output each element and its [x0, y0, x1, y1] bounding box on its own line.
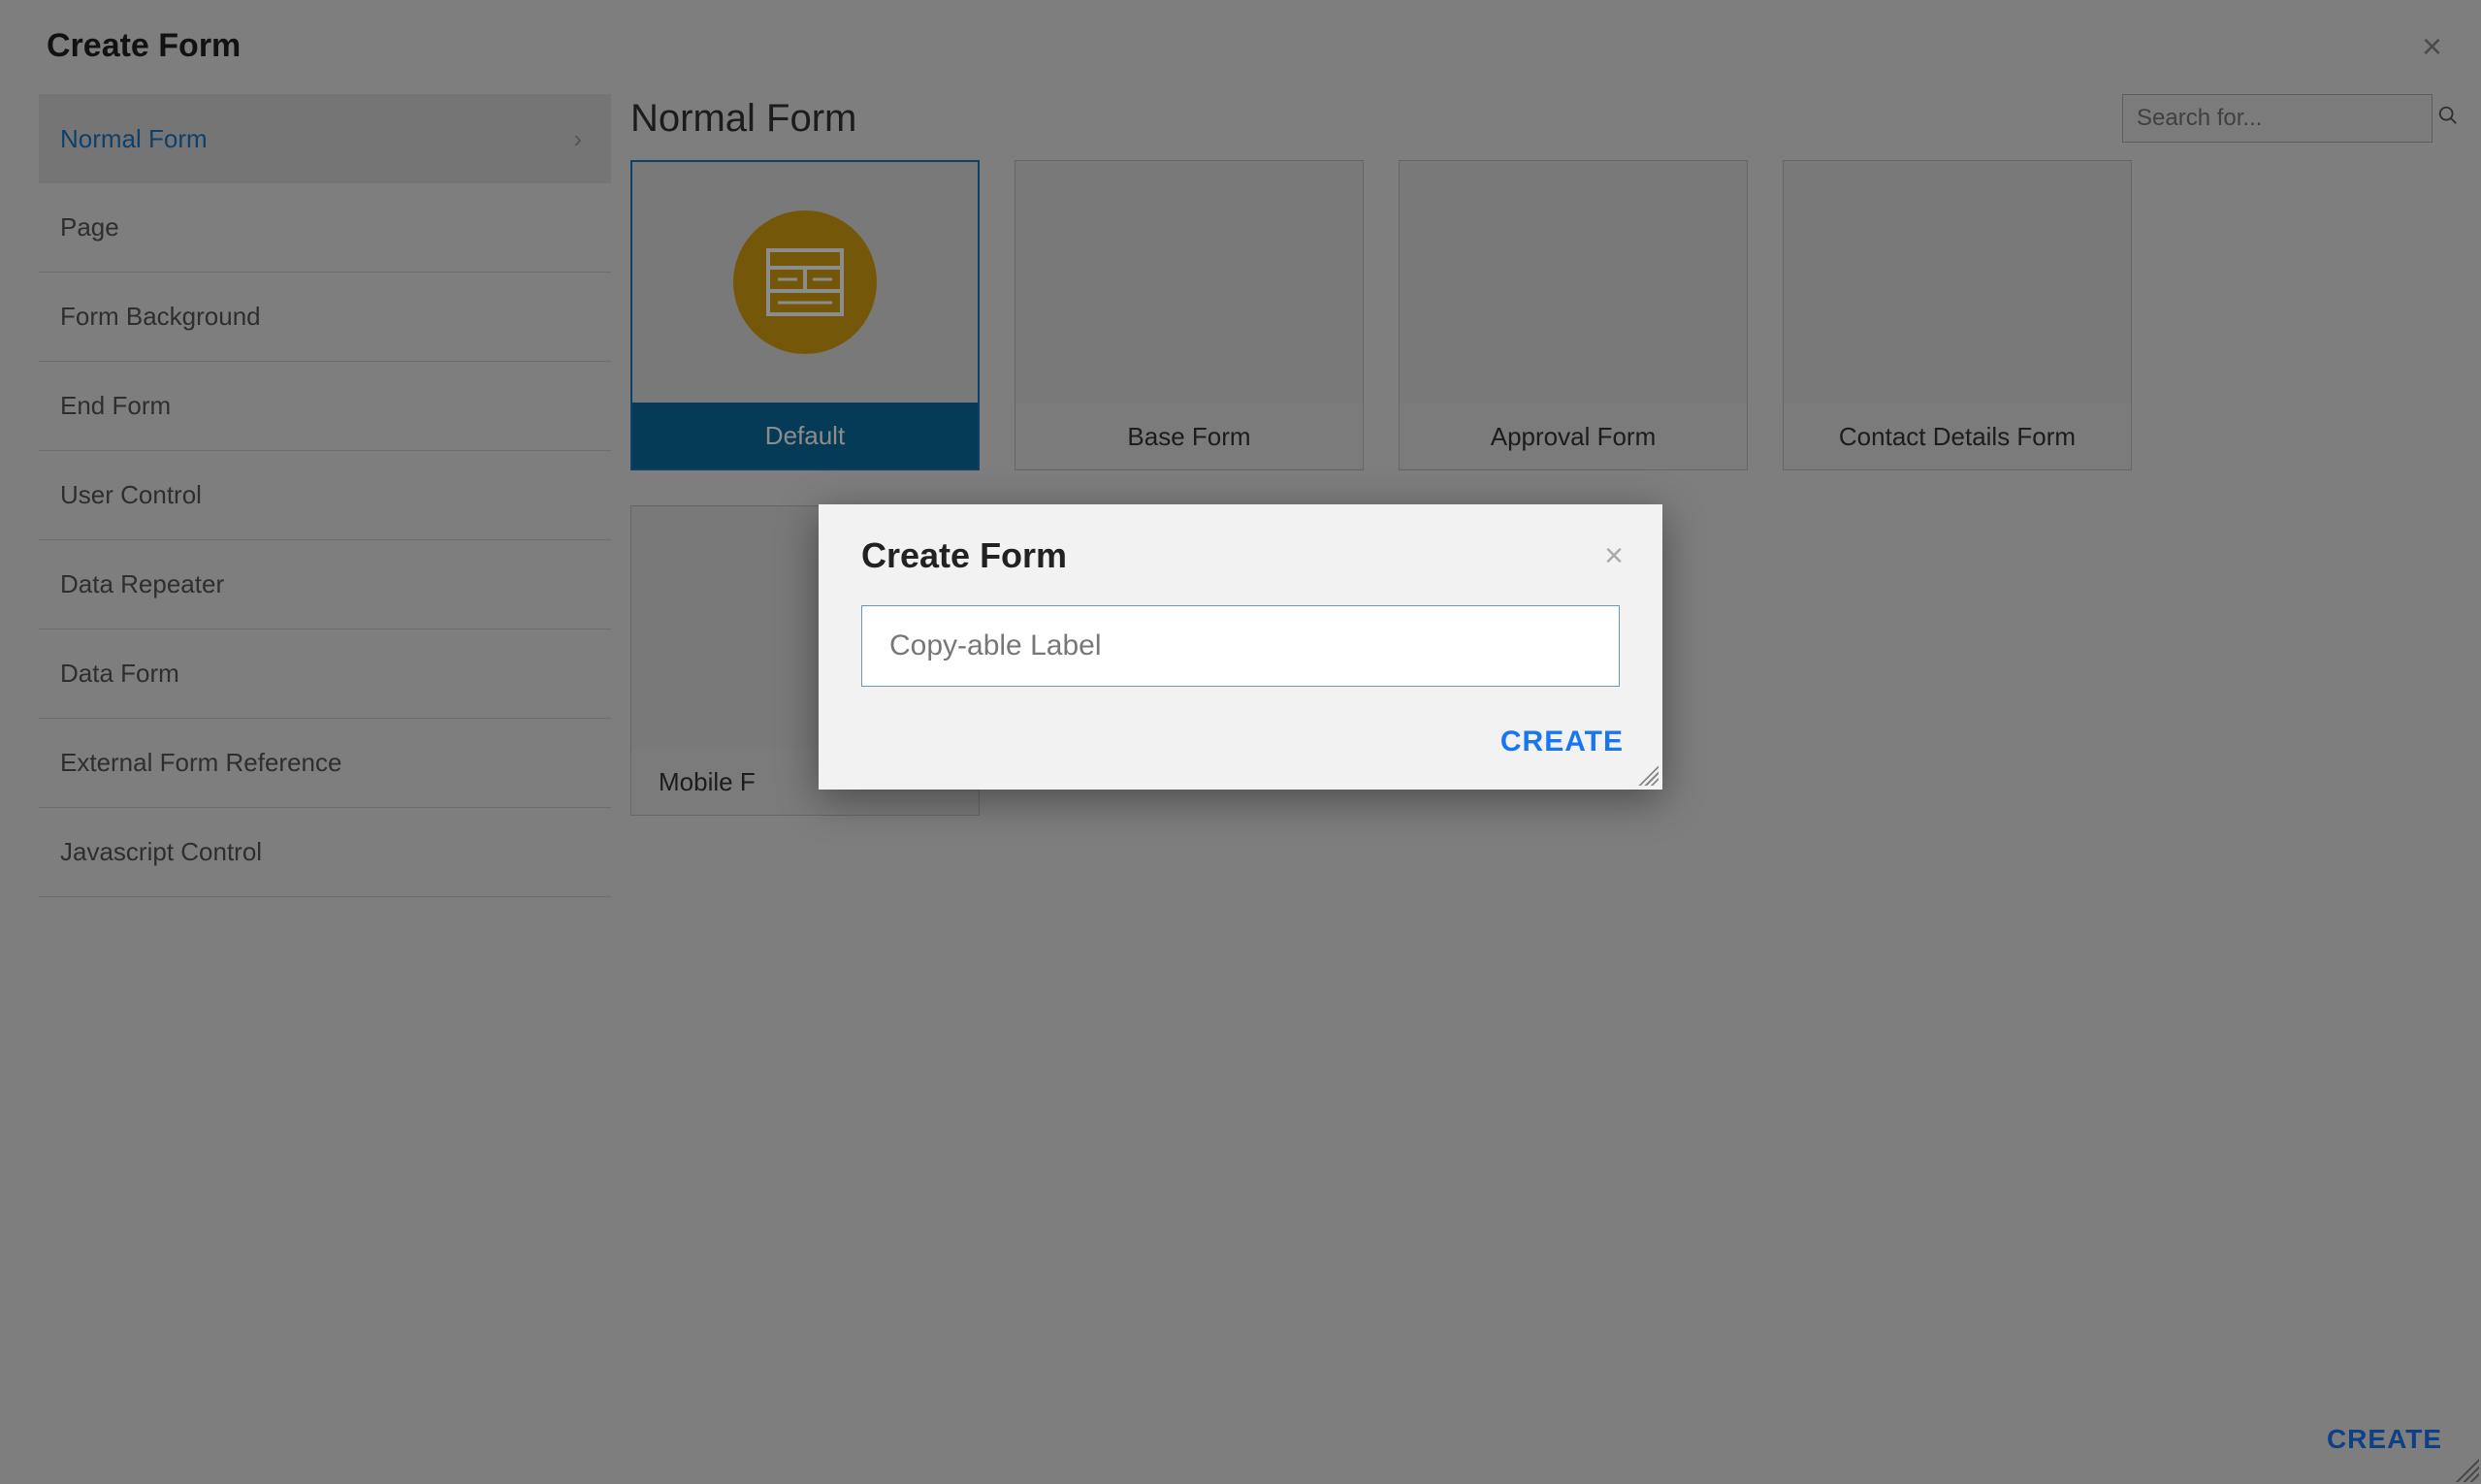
- modal-header: Create Form ×: [819, 504, 1662, 596]
- create-form-modal: Create Form × CREATE: [819, 504, 1662, 790]
- resize-grip-icon[interactable]: [1633, 760, 1659, 786]
- modal-body: [819, 596, 1662, 716]
- form-name-input[interactable]: [861, 605, 1620, 687]
- modal-overlay: Create Form × CREATE: [0, 0, 2481, 1484]
- create-form-page: Create Form × Normal Form › Page Form Ba…: [0, 0, 2481, 1484]
- modal-create-button[interactable]: CREATE: [1500, 726, 1624, 758]
- close-icon[interactable]: ×: [1604, 539, 1624, 572]
- modal-title: Create Form: [861, 535, 1067, 576]
- modal-footer: CREATE: [819, 716, 1662, 786]
